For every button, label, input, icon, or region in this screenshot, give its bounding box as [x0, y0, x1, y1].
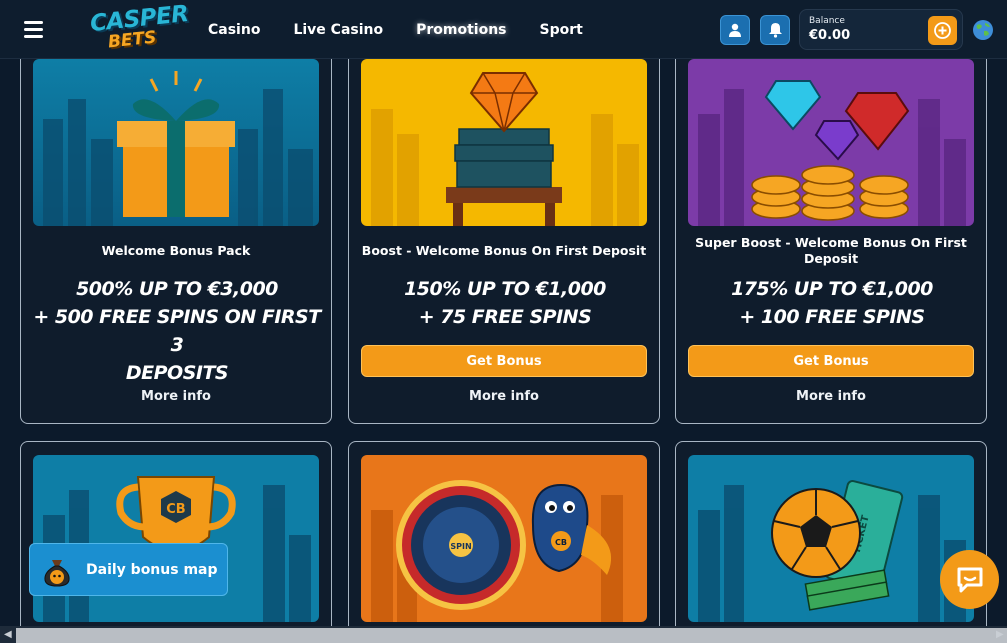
balance-widget[interactable]: Balance €0.00: [799, 9, 963, 50]
live-chat-button[interactable]: [940, 550, 999, 609]
card-title: Super Boost - Welcome Bonus On First Dep…: [695, 235, 967, 266]
offer-line-1: 500% UP TO €3,000: [76, 278, 278, 300]
balance-label: Balance: [809, 16, 845, 26]
globe-icon[interactable]: [972, 19, 994, 41]
card-title: Welcome Bonus Pack: [101, 243, 251, 258]
notifications-button[interactable]: [760, 15, 790, 45]
card-title: Boost - Welcome Bonus On First Deposit: [361, 243, 647, 258]
main-nav: Casino Live Casino Promotions Sport: [208, 0, 616, 59]
promo-card-spin-wheel: SPIN CB: [348, 441, 660, 641]
nav-casino[interactable]: Casino: [208, 22, 260, 38]
more-info-link[interactable]: More info: [686, 389, 976, 404]
more-info-link[interactable]: More info: [31, 389, 321, 404]
daily-bonus-map-button[interactable]: Daily bonus map: [29, 543, 228, 596]
offer-line-1: 150% UP TO €1,000: [404, 278, 606, 300]
wheel-spin-text: SPIN: [450, 542, 471, 551]
nav-live-casino[interactable]: Live Casino: [293, 22, 383, 38]
scroll-right-icon[interactable]: ▶: [996, 629, 1004, 640]
deposit-button[interactable]: [928, 16, 957, 45]
ghost-cb-text: CB: [555, 538, 567, 547]
menu-icon[interactable]: [24, 21, 43, 38]
gift-box-image: [33, 59, 319, 226]
offer-line-1: 175% UP TO €1,000: [731, 278, 933, 300]
profile-button[interactable]: [720, 15, 750, 45]
offer-line-2: + 100 FREE SPINS: [739, 306, 925, 328]
logo-text-bottom: BETS: [107, 27, 158, 53]
promo-card-trophy: CB: [20, 441, 332, 641]
user-icon: [729, 23, 741, 37]
bell-icon: [768, 23, 782, 38]
offer-line-2: + 75 FREE SPINS: [418, 306, 592, 328]
daily-bonus-label: Daily bonus map: [86, 562, 218, 578]
promo-card-super-boost: Super Boost - Welcome Bonus On First Dep…: [675, 44, 987, 424]
top-header: CASPER BETS Casino Live Casino Promotion…: [0, 0, 1007, 59]
nav-sport[interactable]: Sport: [540, 22, 583, 38]
scrollbar-thumb[interactable]: [16, 628, 1007, 643]
chat-bubble-icon: [957, 567, 982, 592]
promo-card-welcome-pack: Welcome Bonus Pack 500% UP TO €3,000 + 5…: [20, 44, 332, 424]
offer-line-3: DEPOSITS: [125, 362, 229, 384]
diamond-image: [361, 59, 647, 226]
card-offer: 150% UP TO €1,000 + 75 FREE SPINS: [355, 275, 655, 331]
offer-line-2: + 500 FREE SPINS ON FIRST 3: [33, 306, 321, 356]
spin-wheel-image: SPIN CB: [361, 455, 647, 622]
promo-card-boost: Boost - Welcome Bonus On First Deposit 1…: [348, 44, 660, 424]
nav-promotions[interactable]: Promotions: [416, 22, 506, 38]
card-offer: 500% UP TO €3,000 + 500 FREE SPINS ON FI…: [27, 275, 327, 387]
card-offer: 175% UP TO €1,000 + 100 FREE SPINS: [682, 275, 982, 331]
casper-bets-logo[interactable]: CASPER BETS: [89, 1, 190, 54]
balance-value: €0.00: [809, 28, 851, 43]
gems-coins-image: [688, 59, 974, 226]
get-bonus-button[interactable]: Get Bonus: [361, 345, 647, 377]
scroll-left-icon[interactable]: ◀: [4, 629, 12, 640]
trophy-cb-text: CB: [166, 502, 185, 517]
plus-circle-icon: [934, 22, 951, 39]
more-info-link[interactable]: More info: [359, 389, 649, 404]
promo-card-sport: TICKET: [675, 441, 987, 641]
money-bag-icon: [44, 560, 70, 587]
trophy-image: CB: [33, 455, 319, 622]
horizontal-scrollbar[interactable]: ◀ ▶: [0, 626, 1007, 643]
get-bonus-button[interactable]: Get Bonus: [688, 345, 974, 377]
football-ticket-image: TICKET: [688, 455, 974, 622]
